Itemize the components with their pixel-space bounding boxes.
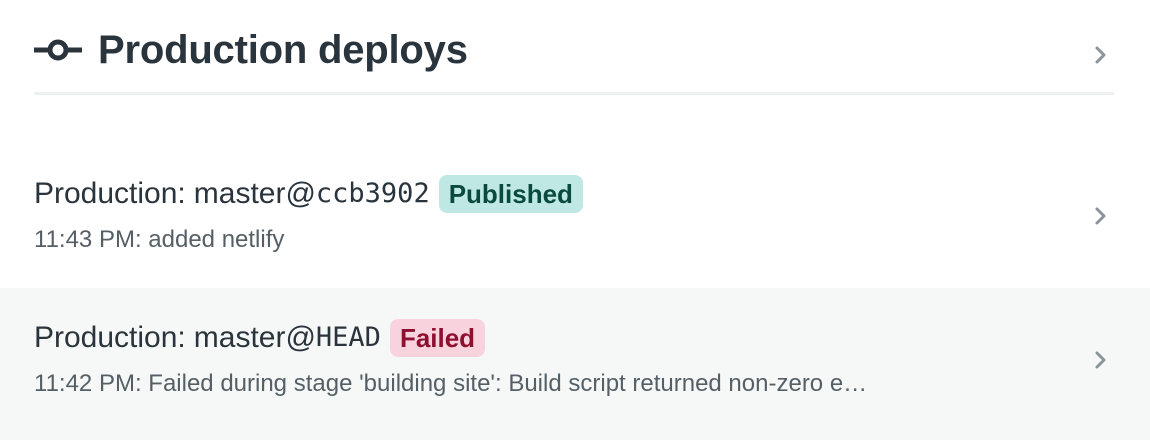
deploy-branch: master@: [193, 321, 316, 354]
production-deploys-card: Production deploys Production: master@ c…: [0, 0, 1150, 440]
deploy-branch: master@: [193, 177, 316, 210]
deploy-row-published[interactable]: Production: master@ ccb3902 Published 11…: [0, 144, 1150, 288]
chevron-right-icon[interactable]: [1094, 44, 1108, 66]
chevron-right-icon[interactable]: [1094, 349, 1108, 371]
deploy-context-label: Production:: [34, 321, 186, 354]
deploy-summary: 11:43 PM: added netlify: [34, 226, 285, 253]
deploy-row-failed[interactable]: Production: master@ HEAD Failed 11:42 PM…: [0, 288, 1150, 440]
production-deploys-header[interactable]: Production deploys: [31, 20, 1114, 95]
deploy-summary: 11:42 PM: Failed during stage 'building …: [34, 370, 868, 397]
status-badge-failed: Failed: [389, 319, 486, 357]
deploy-commit-ref: ccb3902: [315, 178, 430, 209]
chevron-right-icon[interactable]: [1094, 205, 1108, 227]
deploy-title-line: Production: master@ ccb3902 Published: [34, 172, 583, 216]
git-commit-icon: [31, 36, 85, 64]
deploy-commit-ref: HEAD: [315, 322, 381, 353]
status-badge-published: Published: [438, 175, 583, 213]
page-title: Production deploys: [98, 28, 468, 72]
deploy-context-label: Production:: [34, 177, 186, 210]
deploy-title-line: Production: master@ HEAD Failed: [34, 316, 486, 360]
